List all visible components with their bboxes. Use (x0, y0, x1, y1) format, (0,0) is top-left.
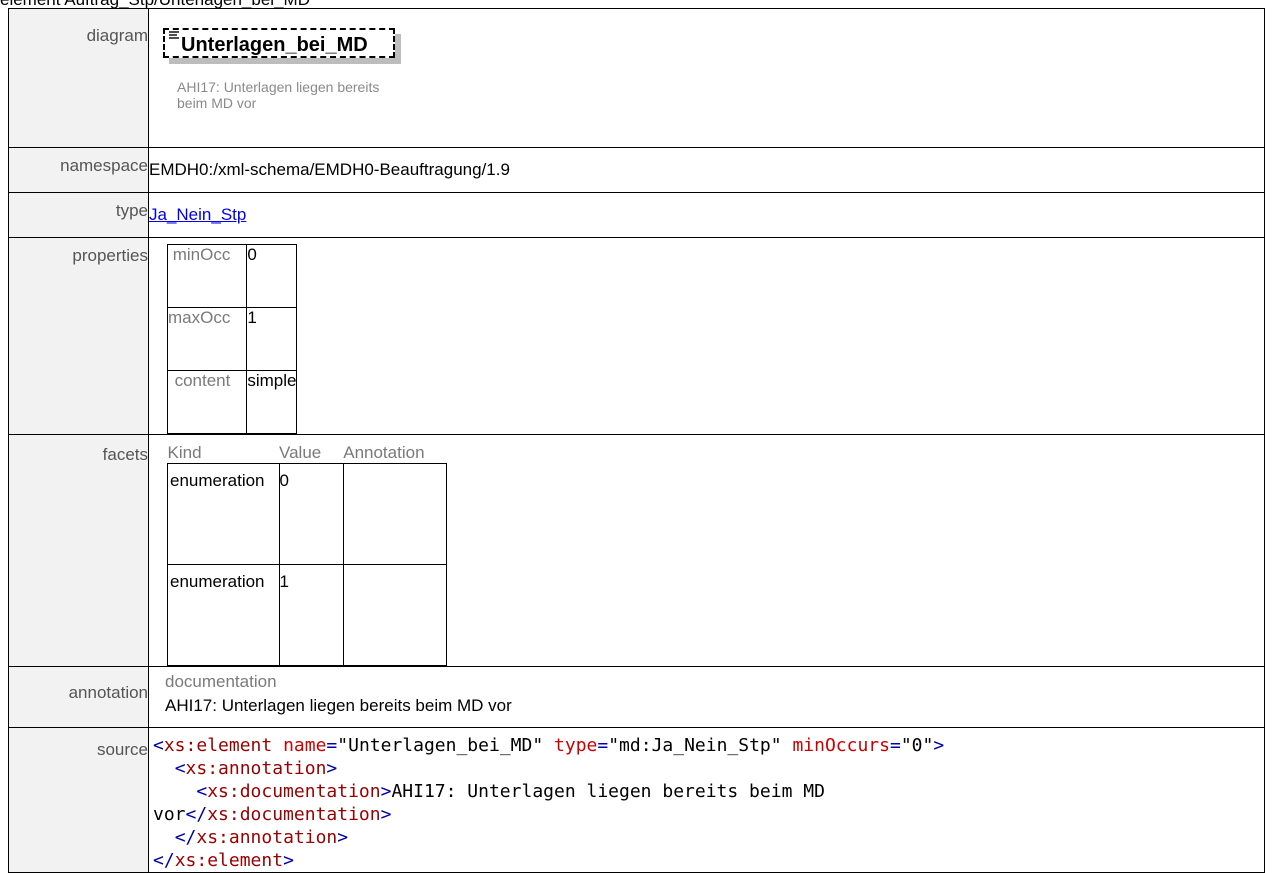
facets-row: facets Kind Value Annotation enumeration… (8, 434, 1265, 667)
source-cell: <xs:element name="Unterlagen_bei_MD" typ… (148, 727, 1265, 873)
facets-cell: Kind Value Annotation enumeration 0 enum… (148, 434, 1265, 667)
property-row: maxOcc 1 (166, 307, 298, 371)
properties-cell: minOcc 0 maxOcc 1 content simple (148, 237, 1265, 435)
properties-table: minOcc 0 maxOcc 1 content simple (166, 244, 298, 434)
source-code: <xs:element name="Unterlagen_bei_MD" typ… (153, 735, 945, 871)
diagram-cell: Unterlagen_bei_MD AHI17: Unterlagen lieg… (148, 8, 1265, 148)
property-key: content (166, 370, 248, 434)
facets-header-value: Value (279, 443, 322, 462)
facet-row: enumeration 1 (167, 564, 448, 666)
property-value: 1 (246, 307, 298, 371)
type-row: type Ja_Nein_Stp (8, 192, 1265, 238)
annotation-cell: documentation AHI17: Unterlagen liegen b… (148, 666, 1265, 728)
facet-value: 0 (278, 463, 344, 565)
property-row: minOcc 0 (166, 244, 298, 308)
facets-label: facets (8, 434, 149, 667)
type-link[interactable]: Ja_Nein_Stp (149, 205, 246, 224)
facets-header-annotation: Annotation (343, 443, 425, 462)
annotation-label: annotation (8, 666, 149, 728)
property-row: content simple (166, 370, 298, 434)
namespace-row: namespace EMDH0:/xml-schema/EMDH0-Beauft… (8, 147, 1265, 193)
facets-table: Kind Value Annotation enumeration 0 enum… (167, 443, 448, 666)
facets-header-row: Kind Value Annotation (168, 443, 447, 464)
type-label: type (8, 192, 149, 238)
diagram-row: diagram Unterlagen_bei_MD AHI17: Unterla… (8, 8, 1265, 148)
annotation-text: AHI17: Unterlagen liegen bereits beim MD… (165, 696, 512, 715)
element-box[interactable]: Unterlagen_bei_MD (163, 28, 395, 58)
namespace-value: EMDH0:/xml-schema/EMDH0-Beauftragung/1.9 (148, 147, 1265, 193)
namespace-label: namespace (8, 147, 149, 193)
properties-row: properties minOcc 0 maxOcc 1 content sim… (8, 237, 1265, 435)
documentation-lines-icon (169, 31, 179, 39)
facet-kind: enumeration (167, 564, 280, 666)
element-name: Unterlagen_bei_MD (181, 34, 368, 56)
facets-header-kind: Kind (167, 443, 202, 462)
property-value: 0 (246, 244, 298, 308)
facet-kind: enumeration (167, 463, 280, 565)
source-label: source (8, 727, 149, 873)
diagram-label: diagram (8, 8, 149, 148)
annotation-heading: documentation (165, 672, 277, 691)
type-cell: Ja_Nein_Stp (148, 192, 1265, 238)
element-doc-table: diagram Unterlagen_bei_MD AHI17: Unterla… (8, 8, 1265, 873)
facet-value: 1 (278, 564, 344, 666)
property-key: minOcc (166, 244, 248, 308)
annotation-row: annotation documentation AHI17: Unterlag… (8, 666, 1265, 728)
property-key: maxOcc (166, 307, 248, 371)
element-diagram: Unterlagen_bei_MD (163, 28, 415, 68)
property-value: simple (246, 370, 298, 434)
properties-label: properties (8, 237, 149, 435)
source-row: source <xs:element name="Unterlagen_bei_… (8, 727, 1265, 873)
diagram-annotation-note: AHI17: Unterlagen liegen bereits beim MD… (177, 79, 380, 111)
facet-row: enumeration 0 (167, 463, 448, 565)
